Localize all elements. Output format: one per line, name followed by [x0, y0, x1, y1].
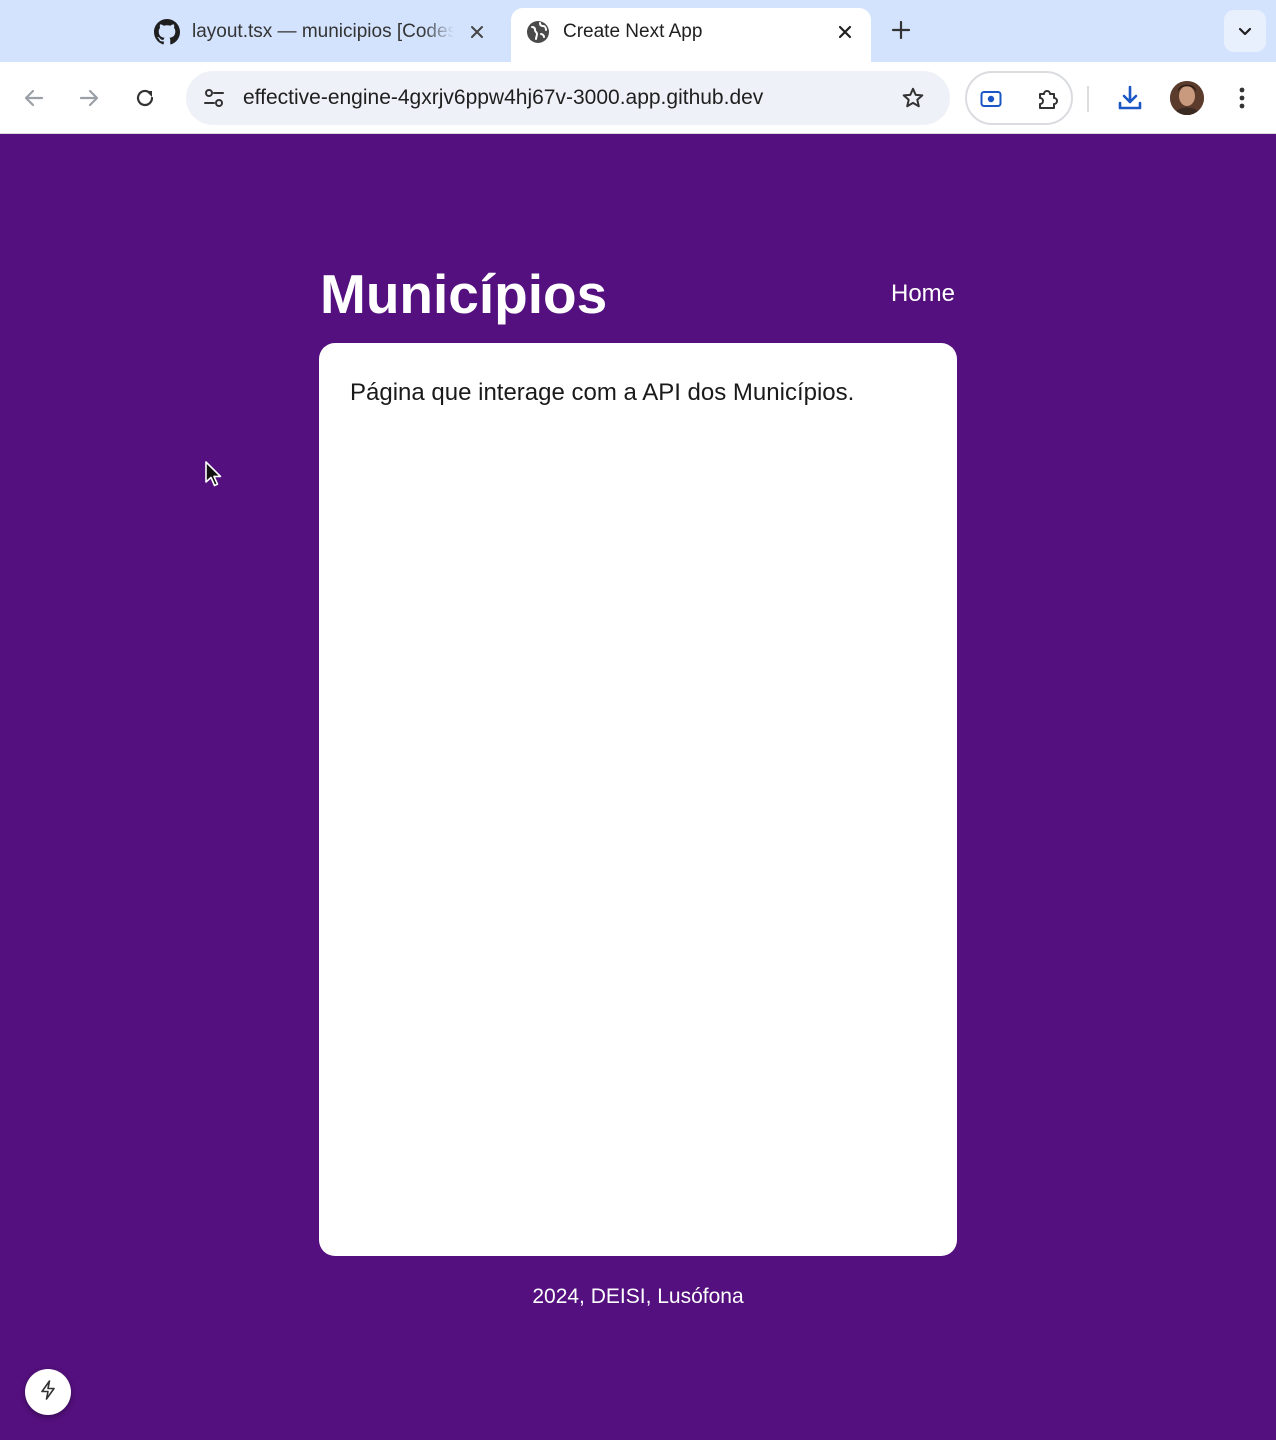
- address-bar[interactable]: effective-engine-4gxrjv6ppw4hj67v-3000.a…: [186, 71, 950, 125]
- lightning-icon: [37, 1379, 59, 1406]
- back-arrow-icon[interactable]: [16, 80, 52, 116]
- tab-layout-tsx[interactable]: layout.tsx — municipios [Codespaces]: [140, 8, 498, 62]
- footer-text: 2024, DEISI, Lusófona: [532, 1285, 744, 1308]
- browser-toolbar: effective-engine-4gxrjv6ppw4hj67v-3000.a…: [0, 62, 1276, 134]
- nav-home-link[interactable]: Home: [891, 279, 955, 309]
- kebab-menu-icon[interactable]: [1224, 80, 1260, 116]
- nextjs-dev-indicator[interactable]: [25, 1369, 71, 1415]
- site-settings-icon[interactable]: [196, 80, 232, 116]
- star-icon[interactable]: [895, 80, 931, 116]
- toolbar-divider: [1087, 86, 1089, 112]
- tab-title: layout.tsx — municipios [Codespaces]: [192, 21, 454, 42]
- globe-icon: [525, 19, 551, 45]
- chevron-down-icon[interactable]: [1224, 10, 1266, 52]
- reload-icon[interactable]: [127, 80, 163, 116]
- mouse-cursor-icon: [204, 460, 224, 488]
- tab-create-next-app[interactable]: Create Next App: [511, 8, 871, 62]
- url-text[interactable]: effective-engine-4gxrjv6ppw4hj67v-3000.a…: [243, 84, 763, 112]
- tab-title: Create Next App: [563, 21, 703, 42]
- close-icon[interactable]: [464, 19, 490, 45]
- extensions-group: [965, 71, 1073, 125]
- screencast-icon[interactable]: [973, 81, 1009, 117]
- content-card: Página que interage com a API dos Municí…: [319, 343, 957, 1256]
- close-icon[interactable]: [832, 19, 858, 45]
- github-icon: [154, 19, 180, 45]
- page-title: Municípios: [320, 263, 608, 325]
- plus-icon[interactable]: [885, 14, 917, 46]
- avatar[interactable]: [1170, 81, 1204, 115]
- download-icon[interactable]: [1112, 80, 1148, 116]
- card-description: Página que interage com a API dos Municí…: [350, 379, 855, 406]
- extensions-puzzle-icon[interactable]: [1030, 81, 1066, 117]
- forward-arrow-icon[interactable]: [71, 80, 107, 116]
- browser-tabstrip: layout.tsx — municipios [Codespaces] Cre…: [0, 0, 1276, 62]
